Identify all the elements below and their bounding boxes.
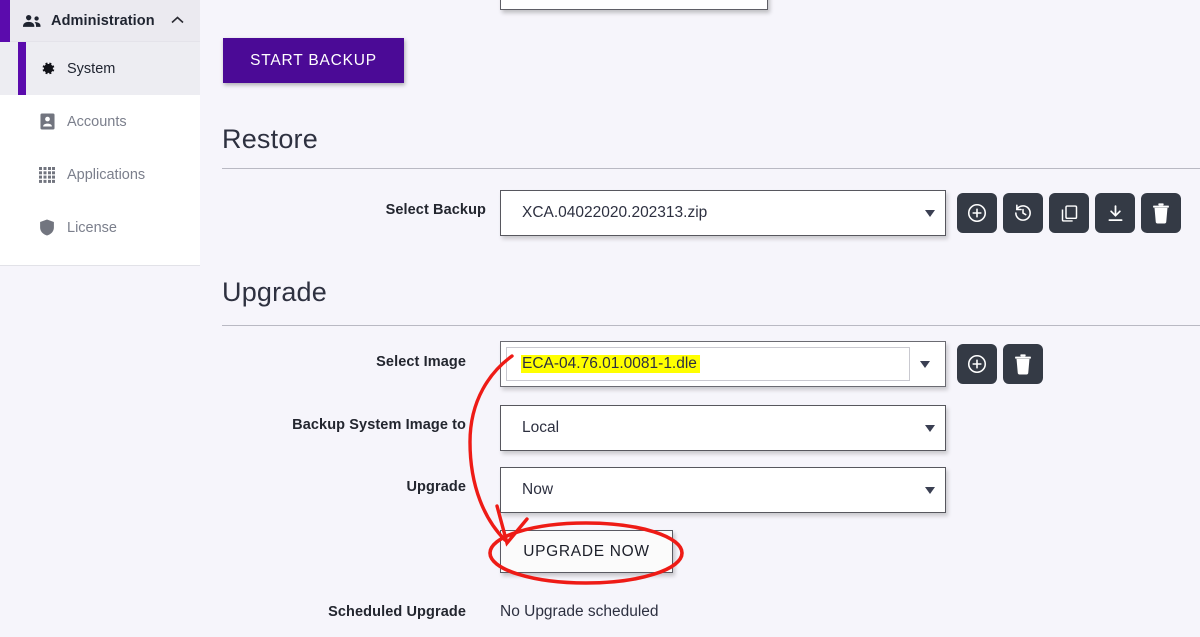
select-image-value-frame: ECA-04.76.01.0081-1.dle bbox=[506, 347, 910, 381]
sidebar-item-label: Applications bbox=[67, 166, 146, 183]
add-image-button[interactable] bbox=[957, 344, 997, 384]
backup-system-image-to-label: Backup System Image to bbox=[292, 417, 466, 433]
select-backup-value: XCA.04022020.202313.zip bbox=[522, 204, 708, 221]
sidebar-navigation: Administration System Accounts Applicati… bbox=[0, 0, 200, 266]
upgrade-when-label: Upgrade bbox=[406, 479, 466, 495]
upgrade-when-value: Now bbox=[522, 481, 554, 498]
main-content: START BACKUP Restore Select Backup XCA.0… bbox=[200, 0, 1200, 637]
chevron-up-icon[interactable] bbox=[171, 16, 184, 25]
delete-image-button[interactable] bbox=[1003, 344, 1043, 384]
chevron-down-icon[interactable] bbox=[910, 360, 940, 368]
system-administration-page: Administration System Accounts Applicati… bbox=[0, 0, 1200, 637]
restore-section-title: Restore bbox=[222, 124, 318, 154]
select-image-highlighted-text: ECA-04.76.01.0081-1.dle bbox=[521, 355, 700, 373]
active-group-accent-bar bbox=[0, 0, 10, 42]
select-image-label: Select Image bbox=[376, 354, 466, 370]
chevron-down-icon[interactable] bbox=[915, 424, 945, 432]
restore-section-divider bbox=[222, 168, 1200, 169]
sidebar-group-administration[interactable]: Administration bbox=[0, 0, 200, 42]
scheduled-upgrade-value: No Upgrade scheduled bbox=[500, 603, 659, 620]
chevron-down-icon[interactable] bbox=[915, 209, 945, 217]
backup-system-image-to-dropdown[interactable]: Local bbox=[500, 405, 946, 451]
add-backup-button[interactable] bbox=[957, 193, 997, 233]
upgrade-now-button[interactable]: UPGRADE NOW bbox=[500, 530, 673, 573]
sidebar-item-license[interactable]: License bbox=[0, 201, 200, 254]
upgrade-section-title: Upgrade bbox=[222, 277, 327, 307]
sidebar-item-label: System bbox=[67, 60, 116, 77]
people-icon bbox=[22, 11, 42, 31]
scheduled-upgrade-label: Scheduled Upgrade bbox=[328, 604, 466, 620]
grid-dots-icon bbox=[38, 166, 56, 184]
sidebar-item-label: License bbox=[67, 219, 117, 236]
start-backup-button[interactable]: START BACKUP bbox=[223, 38, 404, 83]
select-backup-dropdown[interactable]: XCA.04022020.202313.zip bbox=[500, 190, 946, 236]
download-backup-button[interactable] bbox=[1095, 193, 1135, 233]
gear-icon bbox=[38, 60, 56, 78]
select-backup-label: Select Backup bbox=[385, 202, 486, 218]
sidebar-item-label: Accounts bbox=[67, 113, 127, 130]
restore-backup-button[interactable] bbox=[1003, 193, 1043, 233]
sidebar-group-label: Administration bbox=[51, 12, 155, 29]
upgrade-when-dropdown[interactable]: Now bbox=[500, 467, 946, 513]
upgrade-section-divider bbox=[222, 325, 1200, 326]
chevron-down-icon[interactable] bbox=[915, 486, 945, 494]
sidebar-item-accounts[interactable]: Accounts bbox=[0, 95, 200, 148]
backup-system-image-to-value: Local bbox=[522, 419, 560, 436]
sidebar-item-applications[interactable]: Applications bbox=[0, 148, 200, 201]
select-image-dropdown[interactable]: ECA-04.76.01.0081-1.dle bbox=[500, 341, 946, 387]
active-item-accent-bar bbox=[18, 42, 26, 95]
delete-backup-button[interactable] bbox=[1141, 193, 1181, 233]
copy-backup-button[interactable] bbox=[1049, 193, 1089, 233]
shield-icon bbox=[38, 219, 56, 237]
person-card-icon bbox=[38, 113, 56, 131]
backup-name-input-partial[interactable] bbox=[500, 0, 768, 10]
select-image-value: ECA-04.76.01.0081-1.dle bbox=[507, 355, 909, 373]
sidebar-item-system[interactable]: System bbox=[0, 42, 200, 95]
